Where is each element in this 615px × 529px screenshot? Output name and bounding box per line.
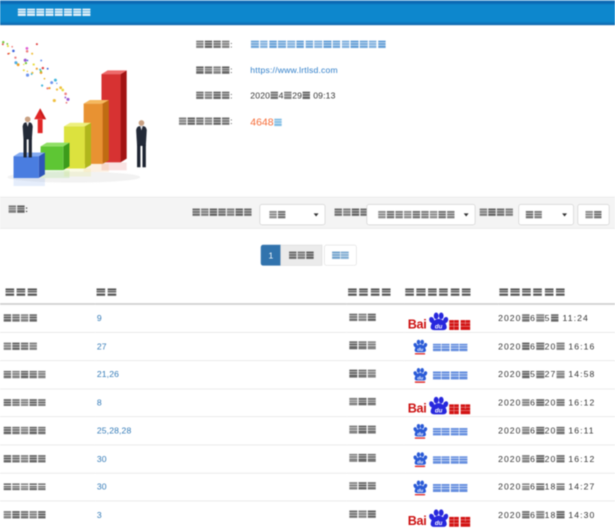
svg-text:du: du [417, 432, 423, 438]
svg-text:du: du [417, 460, 423, 466]
svg-text:du: du [435, 323, 443, 330]
svg-text:Bai: Bai [408, 317, 426, 330]
svg-text:du: du [417, 347, 423, 353]
svg-text:Bai: Bai [408, 402, 426, 415]
svg-text:du: du [417, 375, 423, 381]
svg-text:Bai: Bai [408, 514, 426, 527]
svg-text:du: du [417, 488, 423, 494]
svg-text:du: du [435, 520, 443, 527]
svg-text:du: du [435, 408, 443, 415]
